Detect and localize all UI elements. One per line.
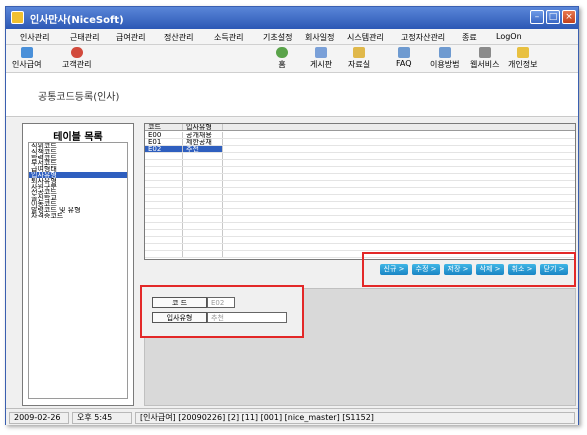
table-row[interactable] bbox=[145, 167, 575, 174]
toolbar: 인사급여 고객관리 홈 게시판 자료실 FAQ 이용방법 웹서비스 개인정보 bbox=[6, 45, 578, 73]
table-row[interactable]: E02 추천 bbox=[145, 146, 575, 153]
toolbar-personal-info[interactable]: 개인정보 bbox=[508, 47, 537, 70]
close-button[interactable]: × bbox=[562, 10, 576, 24]
table-row[interactable] bbox=[145, 216, 575, 223]
home-icon bbox=[276, 47, 288, 58]
menu-hr[interactable]: 인사관리 bbox=[20, 32, 49, 43]
table-row[interactable] bbox=[145, 188, 575, 195]
guide-icon bbox=[438, 47, 451, 58]
menu-settlement[interactable]: 정산관리 bbox=[164, 32, 193, 43]
status-date: 2009-02-26 bbox=[9, 412, 69, 424]
type-field[interactable]: 추천 bbox=[207, 312, 287, 323]
menu-basic-settings[interactable]: 기초설정 bbox=[263, 32, 292, 43]
cell-code: E01 bbox=[145, 139, 183, 145]
table-row[interactable] bbox=[145, 244, 575, 251]
edit-button[interactable]: 수정 > bbox=[412, 264, 440, 275]
type-label: 입사유형 bbox=[152, 312, 207, 323]
board-icon bbox=[315, 47, 328, 58]
table-row[interactable] bbox=[145, 181, 575, 188]
toolbar-web-service[interactable]: 웹서비스 bbox=[470, 47, 499, 70]
toolbar-archive[interactable]: 자료실 bbox=[348, 47, 370, 70]
status-time: 오후 5:45 bbox=[72, 412, 132, 424]
column-header-code[interactable]: 코드 bbox=[145, 124, 183, 130]
table-row[interactable] bbox=[145, 160, 575, 167]
save-button[interactable]: 저장 > bbox=[444, 264, 472, 275]
table-row[interactable] bbox=[145, 153, 575, 160]
new-button[interactable]: 신규 > bbox=[380, 264, 408, 275]
cell-code: E00 bbox=[145, 132, 183, 138]
minimize-button[interactable]: – bbox=[530, 10, 544, 24]
menu-attendance[interactable]: 근태관리 bbox=[70, 32, 99, 43]
faq-icon bbox=[397, 47, 410, 58]
table-list[interactable]: 직위코드 직책코드 학력코드 부서코드 급여형태 입사유형 퇴사유형 사원구분 … bbox=[28, 142, 128, 399]
maximize-button[interactable]: □ bbox=[546, 10, 560, 24]
hr-payroll-icon bbox=[20, 47, 33, 58]
web-service-icon bbox=[478, 47, 491, 58]
table-row[interactable] bbox=[145, 230, 575, 237]
cell-type: 공개채용 bbox=[183, 132, 223, 138]
menu-income[interactable]: 소득관리 bbox=[214, 32, 243, 43]
cancel-button[interactable]: 취소 > bbox=[508, 264, 536, 275]
cell-type: 추천 bbox=[183, 146, 223, 152]
customer-icon bbox=[70, 47, 83, 58]
content-area: 테이블 목록 직위코드 직책코드 학력코드 부서코드 급여형태 입사유형 퇴사유… bbox=[6, 118, 578, 408]
table-row[interactable]: E00 공개채용 bbox=[145, 132, 575, 139]
type-row: 입사유형 추천 bbox=[152, 312, 292, 323]
code-row: 코 드 E02 bbox=[152, 297, 292, 308]
toolbar-customer[interactable]: 고객관리 bbox=[62, 47, 91, 70]
window-title: 인사만사(NiceSoft) bbox=[30, 15, 124, 26]
action-button-group: 신규 > 수정 > 저장 > 삭제 > 취소 > 닫기 > bbox=[362, 252, 576, 287]
detail-form: 코 드 E02 입사유형 추천 bbox=[140, 285, 304, 338]
table-row[interactable] bbox=[145, 195, 575, 202]
table-row[interactable] bbox=[145, 223, 575, 230]
code-label: 코 드 bbox=[152, 297, 207, 308]
toolbar-guide[interactable]: 이용방법 bbox=[430, 47, 459, 70]
table-list-title: 테이블 목록 bbox=[53, 132, 103, 143]
archive-icon bbox=[353, 47, 366, 58]
toolbar-board[interactable]: 게시판 bbox=[310, 47, 332, 70]
column-header-type[interactable]: 입사유형 bbox=[183, 124, 223, 130]
delete-button[interactable]: 삭제 > bbox=[476, 264, 504, 275]
app-icon bbox=[11, 11, 24, 24]
status-info: [인사급여] [20090226] [2] [11] [001] [nice_m… bbox=[135, 412, 575, 424]
code-grid: 코드 입사유형 E00 공개채용 E01 제한공채 E02 추천 bbox=[144, 123, 576, 260]
menu-exit[interactable]: 종료 bbox=[462, 32, 477, 43]
title-bar[interactable]: 인사만사(NiceSoft) – □ × bbox=[6, 7, 578, 29]
page-title: 공통코드등록(인사) bbox=[38, 92, 120, 103]
cell-code: E02 bbox=[145, 146, 183, 152]
personal-info-icon bbox=[516, 47, 529, 58]
toolbar-hr-payroll[interactable]: 인사급여 bbox=[12, 47, 41, 70]
menu-bar: 인사관리 근태관리 급여관리 정산관리 소득관리 기초설정 회사일정 시스템관리… bbox=[6, 29, 578, 45]
table-row[interactable] bbox=[145, 174, 575, 181]
status-bar: 2009-02-26 오후 5:45 [인사급여] [20090226] [2]… bbox=[6, 408, 578, 425]
close-form-button[interactable]: 닫기 > bbox=[540, 264, 568, 275]
menu-system[interactable]: 시스템관리 bbox=[347, 32, 384, 43]
menu-company-schedule[interactable]: 회사일정 bbox=[305, 32, 334, 43]
page-header: 공통코드등록(인사) bbox=[6, 73, 578, 117]
toolbar-home[interactable]: 홈 bbox=[276, 47, 288, 70]
menu-logon[interactable]: LogOn bbox=[496, 32, 522, 41]
list-item[interactable]: 자격증코드 bbox=[29, 213, 127, 219]
toolbar-faq[interactable]: FAQ bbox=[396, 47, 412, 68]
table-list-panel: 테이블 목록 직위코드 직책코드 학력코드 부서코드 급여형태 입사유형 퇴사유… bbox=[22, 123, 134, 406]
table-row[interactable] bbox=[145, 237, 575, 244]
code-field[interactable]: E02 bbox=[207, 297, 235, 308]
grid-header-row: 코드 입사유형 bbox=[145, 124, 575, 131]
table-row[interactable] bbox=[145, 202, 575, 209]
app-window: 인사만사(NiceSoft) – □ × 인사관리 근태관리 급여관리 정산관리… bbox=[5, 6, 579, 425]
menu-payroll[interactable]: 급여관리 bbox=[116, 32, 145, 43]
table-row[interactable] bbox=[145, 209, 575, 216]
cell-type: 제한공채 bbox=[183, 139, 223, 145]
table-row[interactable]: E01 제한공채 bbox=[145, 139, 575, 146]
menu-fixed-assets[interactable]: 고정자산관리 bbox=[401, 32, 445, 43]
